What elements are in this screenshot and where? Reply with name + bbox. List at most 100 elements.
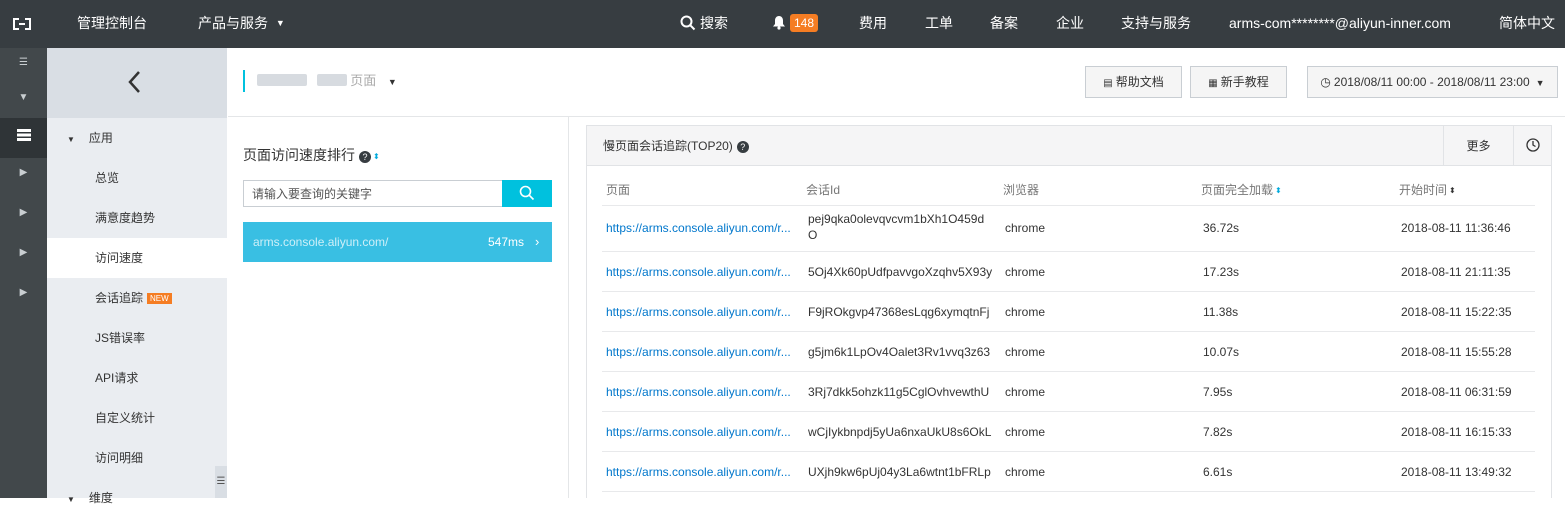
col-header-label: 页面完全加载	[1201, 183, 1274, 197]
sort-icon[interactable]: ⬍	[1275, 186, 1282, 195]
load-time-cell: 6.61s	[1203, 465, 1233, 479]
menu-icon[interactable]: ☰	[0, 48, 47, 78]
console-link[interactable]: 管理控制台	[77, 0, 147, 48]
load-time-cell: 36.72s	[1203, 221, 1240, 235]
more-button[interactable]: 更多	[1443, 126, 1513, 166]
col-header-start-time[interactable]: 开始时间 ⬍	[1399, 181, 1456, 198]
chevron-right-icon[interactable]: ▶	[0, 273, 47, 313]
panel-title: 慢页面会话追踪(TOP20)?	[603, 126, 749, 166]
sidebar-group-label: 应用	[88, 131, 113, 145]
products-menu[interactable]: 产品与服务 ▼	[198, 0, 285, 48]
help-icon[interactable]: ?	[736, 141, 749, 153]
col-header-browser: 浏览器	[1003, 183, 1040, 197]
rank-item-url: arms.console.aliyun.com/	[253, 235, 389, 249]
chevron-down-icon[interactable]: ▼	[0, 78, 47, 118]
table-row[interactable]: https://arms.console.aliyun.com/r... 3Rj7…	[602, 372, 1535, 412]
speed-rank-item[interactable]: arms.console.aliyun.com/ 547ms ›	[243, 222, 552, 262]
support-link[interactable]: 支持与服务	[1121, 0, 1191, 48]
chevron-right-icon[interactable]: ▶	[0, 193, 47, 233]
keyword-search-input[interactable]	[243, 180, 503, 207]
search-label: 搜索	[700, 15, 728, 31]
help-docs-button[interactable]: ▤ 帮助文档	[1085, 66, 1182, 98]
notifications-button[interactable]: 148	[772, 0, 819, 48]
time-range-picker[interactable]: ◷ 2018/08/11 00:00 - 2018/08/11 23:00 ▼	[1307, 66, 1558, 98]
table-row[interactable]: https://arms.console.aliyun.com/r... 5Oj4…	[602, 252, 1535, 292]
sort-icon[interactable]: ⬍	[373, 152, 380, 161]
page-url-link[interactable]: https://arms.console.aliyun.com/r...	[606, 221, 791, 235]
sidebar-item-access-speed[interactable]: 访问速度	[47, 238, 227, 278]
chevron-right-icon[interactable]: ▶	[0, 233, 47, 273]
sidebar-item-overview[interactable]: 总览	[47, 158, 227, 198]
browser-cell: chrome	[1005, 385, 1046, 399]
rank-item-value: 547ms	[488, 235, 525, 249]
sidebar-item-label: 会话追踪	[95, 291, 144, 305]
history-button[interactable]	[1513, 126, 1551, 166]
sidebar-item-access-details[interactable]: 访问明细	[47, 438, 227, 478]
browser-cell: chrome	[1005, 265, 1046, 279]
new-badge: NEW	[147, 293, 172, 304]
help-icon[interactable]: ?	[359, 151, 371, 163]
start-time-cell: 2018-08-11 15:55:28	[1401, 345, 1512, 359]
start-time-cell: 2018-08-11 21:11:35	[1401, 265, 1511, 279]
language-menu[interactable]: 简体中文	[1499, 0, 1555, 48]
caret-down-icon: ▼	[1535, 78, 1545, 88]
browser-cell: chrome	[1005, 305, 1046, 319]
load-time-cell: 11.38s	[1203, 305, 1239, 319]
sidebar-item-satisfaction[interactable]: 满意度趋势	[47, 198, 227, 238]
browser-cell: chrome	[1005, 465, 1046, 479]
sidebar-group-dimension[interactable]: ▼ 维度	[47, 478, 227, 518]
col-header-load-time[interactable]: 页面完全加载 ⬍	[1201, 181, 1282, 198]
page-url-link[interactable]: https://arms.console.aliyun.com/r...	[606, 425, 791, 439]
icp-link[interactable]: 备案	[990, 0, 1018, 48]
session-id-cell: 3Rj7dkk5ohzk11g5CglOvhvewthU	[808, 385, 990, 399]
notification-count-badge: 148	[790, 14, 819, 32]
clock-icon: ◷	[1320, 75, 1331, 89]
clock-icon	[1526, 138, 1540, 152]
tutorial-label: 新手教程	[1220, 75, 1269, 89]
panel-header: 慢页面会话追踪(TOP20)? 更多	[587, 126, 1551, 166]
speed-ranking-label: 页面访问速度排行	[243, 147, 355, 163]
page-url-link[interactable]: https://arms.console.aliyun.com/r...	[606, 385, 791, 399]
server-icon[interactable]	[0, 118, 47, 158]
products-label: 产品与服务	[198, 15, 268, 31]
fees-link[interactable]: 费用	[859, 0, 887, 48]
account-menu[interactable]: arms-com********@aliyun-inner.com	[1229, 0, 1451, 48]
aliyun-logo-icon[interactable]	[10, 12, 34, 36]
chevron-right-icon[interactable]: ▶	[0, 153, 47, 193]
sidebar-item-api[interactable]: API请求	[47, 358, 227, 398]
sidebar-resize-handle[interactable]: ☰	[215, 466, 227, 498]
app-selector[interactable]: 页面 ▼	[243, 70, 397, 92]
sidebar-group-label: 维度	[88, 491, 113, 505]
search-link[interactable]: 搜索	[680, 0, 728, 48]
search-button[interactable]	[502, 180, 552, 207]
page-url-link[interactable]: https://arms.console.aliyun.com/r...	[606, 345, 791, 359]
session-id-cell: g5jm6k1LpOv4Oalet3Rv1vvq3z63	[808, 345, 991, 359]
table-row[interactable]: https://arms.console.aliyun.com/r... pej9…	[602, 206, 1535, 252]
collapse-sidebar-button[interactable]	[47, 48, 227, 118]
table-row[interactable]: https://arms.console.aliyun.com/r... g5jm…	[602, 332, 1535, 372]
chevron-right-icon: ›	[535, 234, 540, 249]
table-row[interactable]: https://arms.console.aliyun.com/r... F9jR…	[602, 292, 1535, 332]
caret-down-icon: ▼	[67, 135, 75, 144]
page-url-link[interactable]: https://arms.console.aliyun.com/r...	[606, 265, 791, 279]
sidebar-item-custom-stats[interactable]: 自定义统计	[47, 398, 227, 438]
sort-icon[interactable]: ⬍	[1449, 186, 1456, 195]
page-url-link[interactable]: https://arms.console.aliyun.com/r...	[606, 305, 791, 319]
speed-ranking-title: 页面访问速度排行? ⬍	[243, 145, 380, 165]
table-row[interactable]: https://arms.console.aliyun.com/r... UXjh…	[602, 452, 1535, 492]
tickets-link[interactable]: 工单	[925, 0, 953, 48]
col-header-page: 页面	[606, 183, 631, 197]
session-id-cell: wCjIykbnpdj5yUa6nxaUkU8s6OkL	[808, 425, 992, 439]
start-time-cell: 2018-08-11 15:22:35	[1401, 305, 1512, 319]
icon-rail: ☰ ▼ ▶ ▶ ▶ ▶	[0, 48, 47, 498]
redacted-app-name	[316, 74, 347, 86]
tutorial-button[interactable]: ▦ 新手教程	[1190, 66, 1287, 98]
session-id-cell: UXjh9kw6pUj04y3La6wtnt1bFRLp	[808, 465, 991, 479]
enterprise-link[interactable]: 企业	[1056, 0, 1084, 48]
sidebar-item-js-errors[interactable]: JS错误率	[47, 318, 227, 358]
table-row[interactable]: https://arms.console.aliyun.com/r... wCjI…	[602, 412, 1535, 452]
sidebar-group-app[interactable]: ▼ 应用	[47, 118, 227, 158]
sidebar-item-session-trace[interactable]: 会话追踪 NEW	[47, 278, 227, 318]
browser-cell: chrome	[1005, 345, 1046, 359]
page-url-link[interactable]: https://arms.console.aliyun.com/r...	[606, 465, 791, 479]
